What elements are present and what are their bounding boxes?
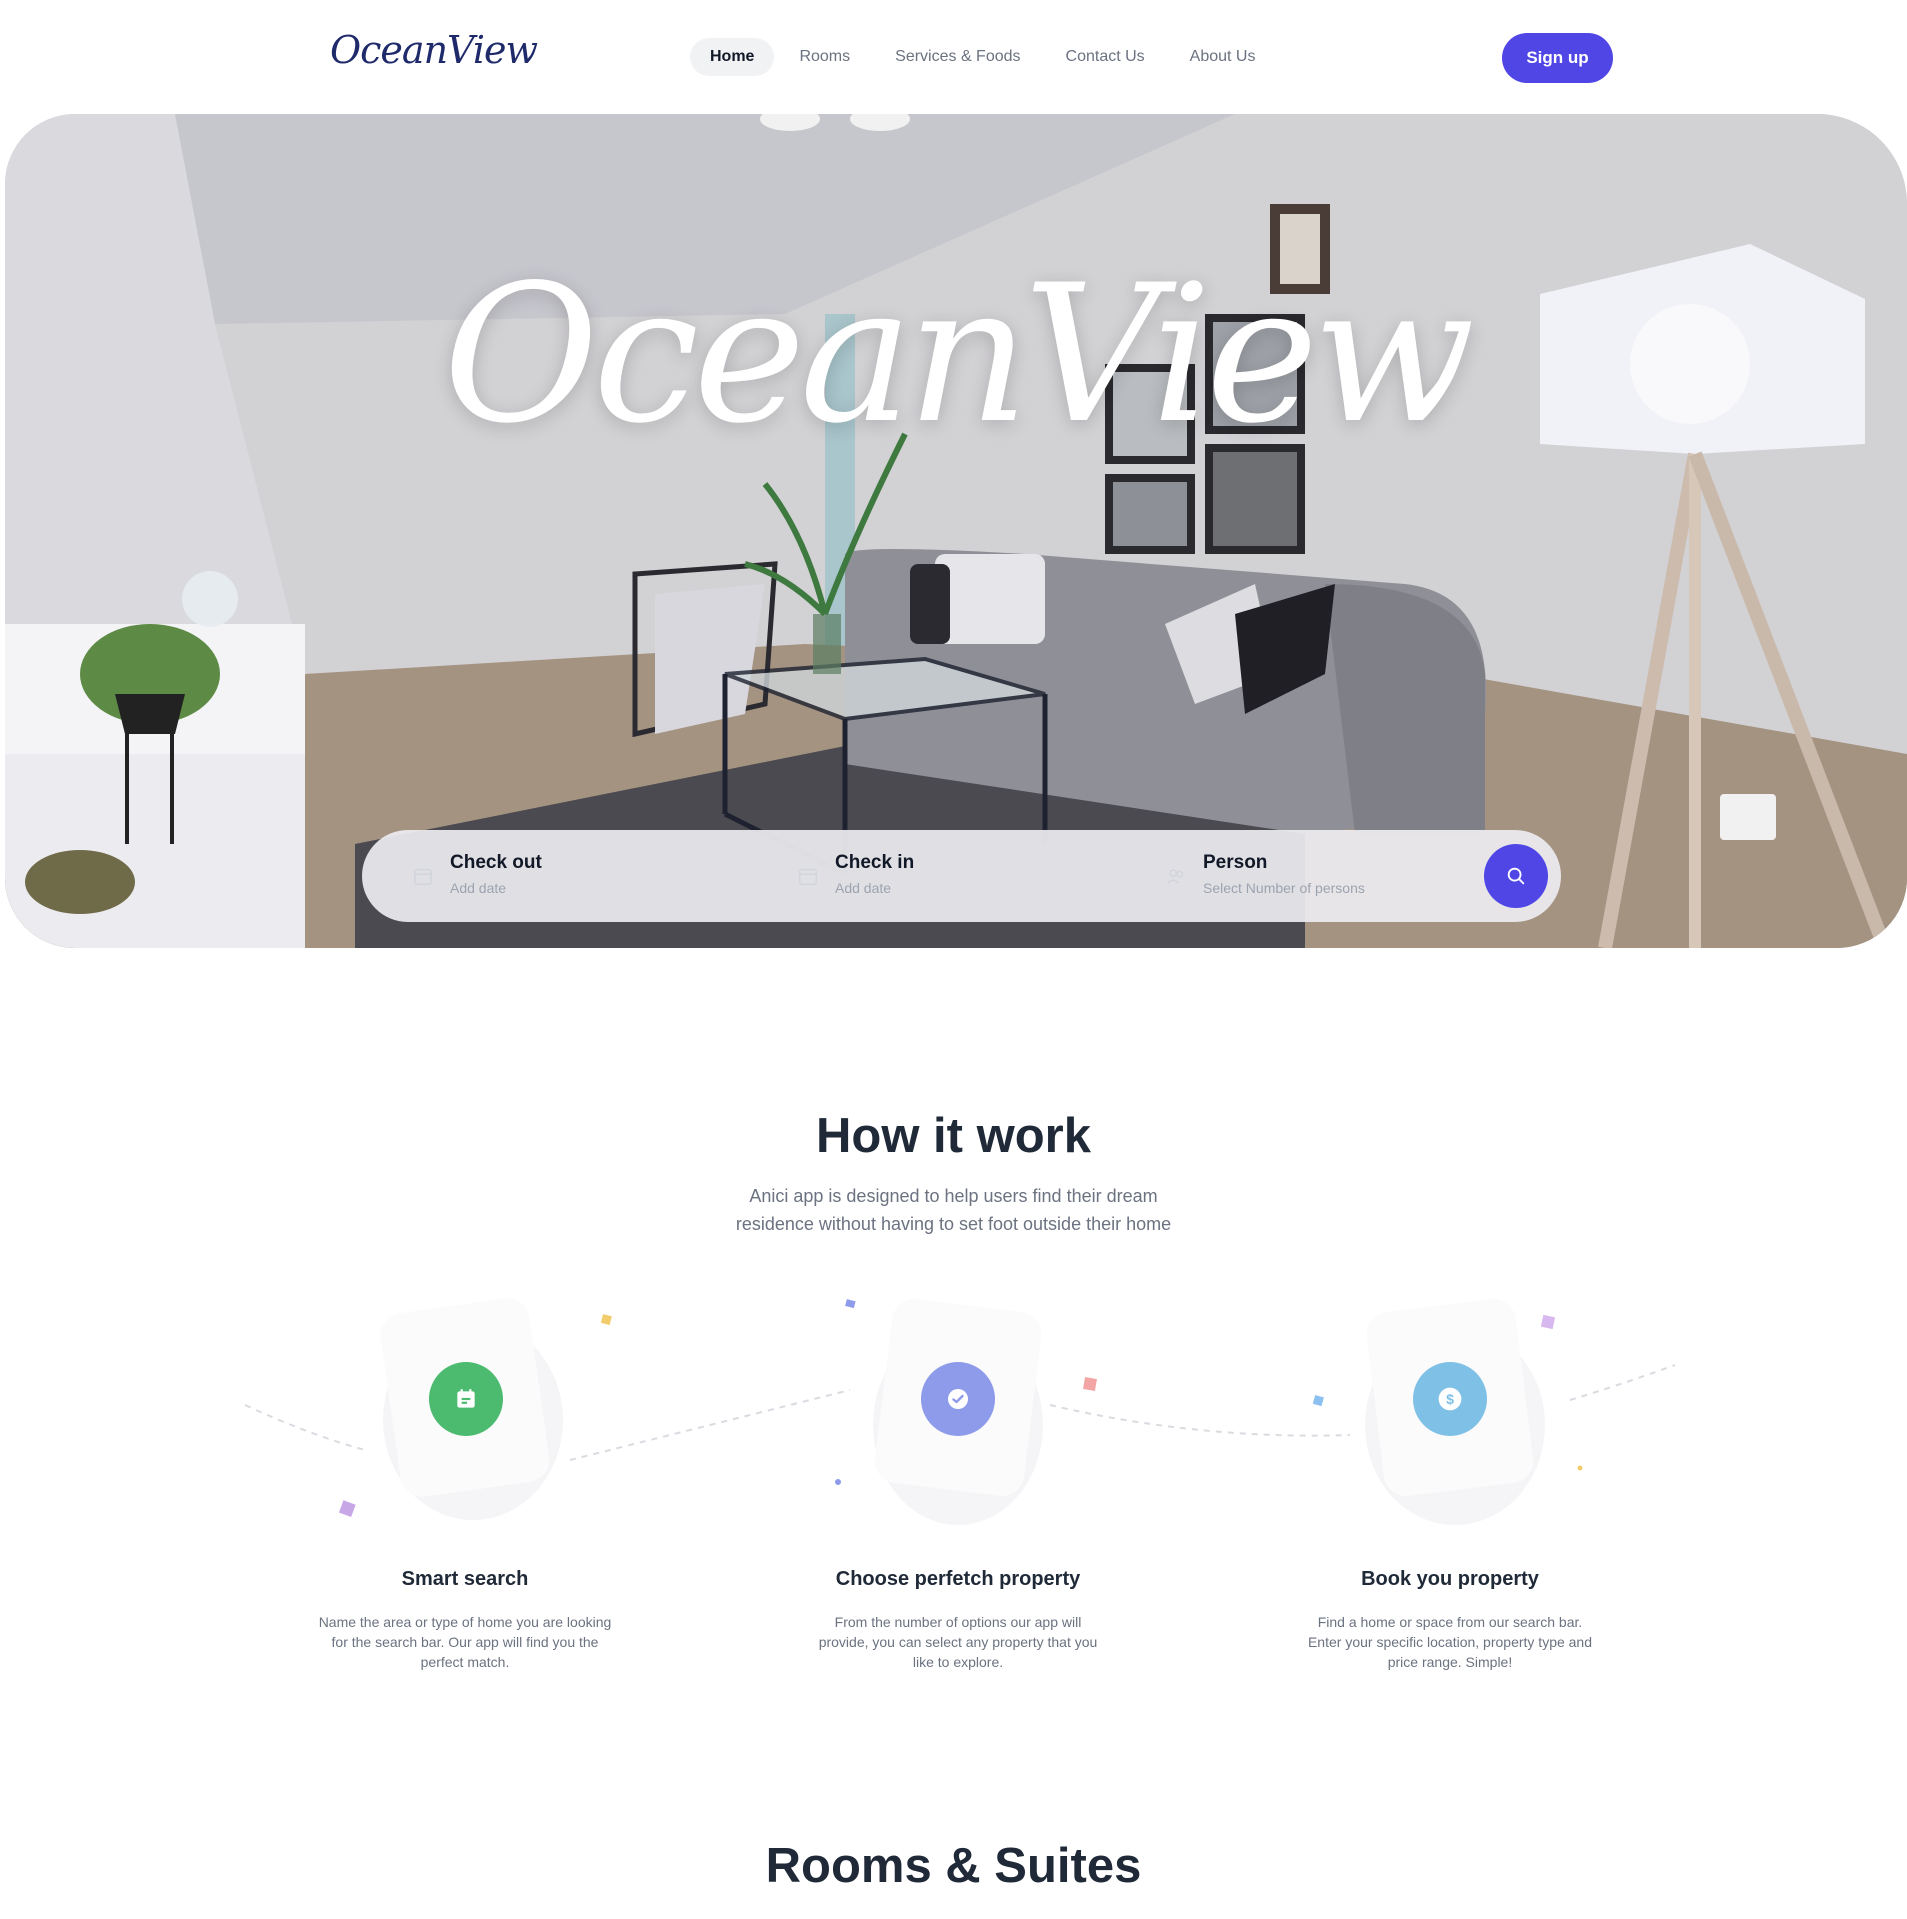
nav-link-home[interactable]: Home: [690, 38, 775, 76]
calendar-icon: [414, 868, 432, 885]
nav-link-contact-us[interactable]: Contact Us: [1046, 38, 1165, 76]
step-description: From the number of options our app will …: [818, 1614, 1098, 1670]
check-in-placeholder: Add date: [835, 880, 892, 896]
search-button[interactable]: [1484, 844, 1548, 908]
step-book-property: $ Book you property Find a home or space…: [1290, 1290, 1610, 1670]
subtitle-line-1: Anici app is designed to help users find…: [749, 1186, 1158, 1206]
person-label: Person: [1203, 852, 1268, 873]
check-in-field[interactable]: Check in Add date: [797, 852, 914, 896]
check-out-field[interactable]: Check out Add date: [412, 852, 542, 896]
nav-link-about-us[interactable]: About Us: [1170, 38, 1276, 76]
person-field[interactable]: Person Select Number of persons: [1165, 852, 1365, 896]
signup-button[interactable]: Sign up: [1502, 33, 1613, 83]
person-placeholder: Select Number of persons: [1203, 880, 1365, 896]
step-title: Choose perfetch property: [835, 1568, 1081, 1590]
dollar-icon: $: [1413, 1362, 1487, 1436]
step-description: Name the area or type of home you are lo…: [318, 1614, 612, 1670]
rooms-suites-title: Rooms & Suites: [765, 1839, 1142, 1893]
step-title: Smart search: [401, 1568, 529, 1590]
people-icon: [1167, 869, 1184, 884]
step-smart-search: Smart search Name the area or type of ho…: [305, 1290, 625, 1670]
how-it-work-subtitle: Anici app is designed to help users find…: [0, 1182, 1907, 1238]
calendar-icon: [429, 1362, 503, 1436]
svg-text:$: $: [1446, 1391, 1454, 1407]
subtitle-line-2: residence without having to set foot out…: [735, 1214, 1172, 1234]
nav-link-services-foods[interactable]: Services & Foods: [875, 38, 1040, 76]
check-icon: [921, 1362, 995, 1436]
logo[interactable]: OceanView: [330, 28, 538, 72]
step-description: Find a home or space from our search bar…: [1307, 1614, 1593, 1670]
how-it-work-title: How it work: [816, 1109, 1091, 1163]
check-out-label: Check out: [450, 852, 542, 873]
calendar-icon: [799, 868, 817, 885]
check-out-placeholder: Add date: [450, 880, 507, 896]
nav-link-rooms[interactable]: Rooms: [779, 38, 870, 76]
search-icon: [1507, 867, 1525, 885]
step-choose-property: Choose perfetch property From the number…: [798, 1290, 1118, 1670]
check-in-label: Check in: [835, 852, 915, 873]
living-room-photo: [5, 114, 1907, 948]
step-title: Book you property: [1361, 1568, 1539, 1590]
nav-links: Home Rooms Services & Foods Contact Us A…: [690, 38, 1280, 76]
top-navigation: OceanView Home Rooms Services & Foods Co…: [0, 0, 1907, 114]
hero-title: OceanView: [443, 244, 1475, 465]
hero-banner: OceanView Check out Add date Check in Ad…: [5, 114, 1907, 948]
booking-search-bar: Check out Add date Check in Add date Per…: [362, 830, 1561, 922]
